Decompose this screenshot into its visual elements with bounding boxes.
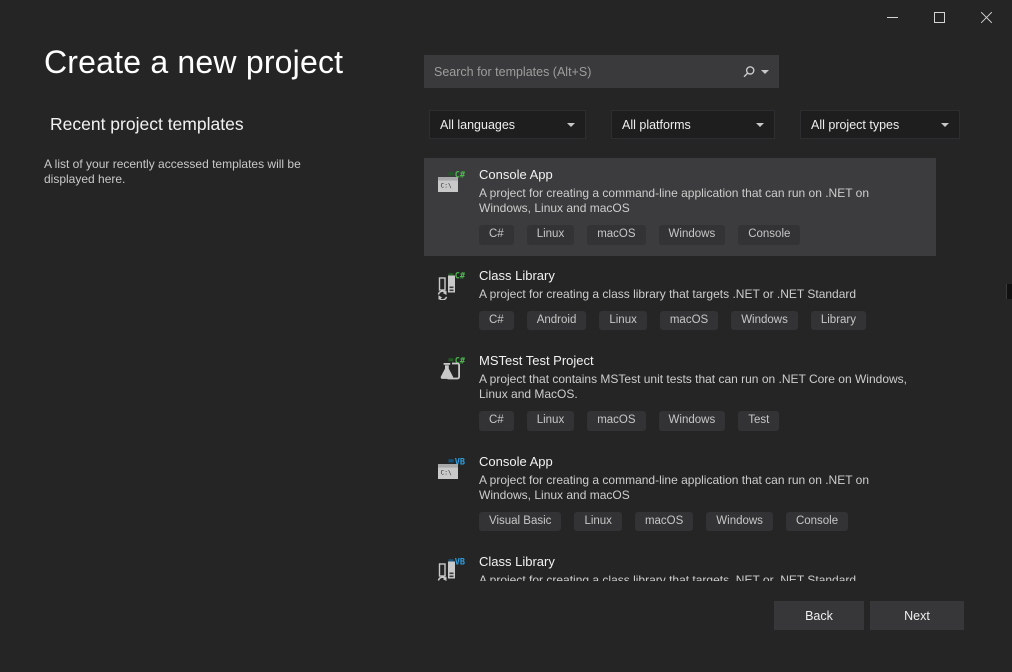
template-name: Console App: [479, 167, 924, 182]
language-filter-value: All languages: [440, 118, 515, 132]
back-button[interactable]: Back: [774, 601, 864, 630]
template-description: A project for creating a command-line ap…: [479, 473, 924, 503]
project-type-filter-value: All project types: [811, 118, 899, 132]
svg-text:VB: VB: [455, 558, 465, 568]
template-tags: C# Android Linux macOS Windows Library: [479, 311, 866, 331]
template-tags: C# Linux macOS Windows Console: [479, 225, 924, 245]
template-description: A project that contains MSTest unit test…: [479, 372, 924, 402]
template-tag[interactable]: Test: [738, 411, 779, 431]
template-tag[interactable]: Android: [527, 311, 587, 331]
template-tag[interactable]: macOS: [587, 411, 645, 431]
next-button[interactable]: Next: [870, 601, 964, 630]
template-name: Console App: [479, 454, 924, 469]
template-body: MSTest Test Project A project that conta…: [479, 353, 924, 431]
template-tag[interactable]: Linux: [527, 225, 575, 245]
template-list-scrollbar: [1006, 158, 1012, 581]
template-tag[interactable]: macOS: [587, 225, 645, 245]
template-tag[interactable]: Windows: [731, 311, 798, 331]
template-tag[interactable]: Linux: [527, 411, 575, 431]
template-list-item[interactable]: VB Class Library A project for creating …: [424, 545, 936, 581]
template-tag[interactable]: Windows: [659, 225, 726, 245]
template-list-item[interactable]: C# MSTest Test Project A project that co…: [424, 344, 936, 442]
scrollbar-thumb[interactable]: [1006, 284, 1012, 299]
project-type-filter-dropdown[interactable]: All project types: [800, 110, 960, 139]
template-description: A project for creating a command-line ap…: [479, 186, 924, 216]
template-description: A project for creating a class library t…: [479, 573, 914, 581]
template-tag[interactable]: C#: [479, 411, 514, 431]
template-name: Class Library: [479, 554, 914, 569]
template-tag[interactable]: Linux: [574, 512, 622, 532]
search-box: [424, 55, 779, 88]
template-list: C#C:\ Console App A project for creating…: [424, 158, 936, 581]
template-body: Console App A project for creating a com…: [479, 167, 924, 245]
template-list-item[interactable]: VBC:\ Console App A project for creating…: [424, 445, 936, 543]
recent-templates-description: A list of your recently accessed templat…: [44, 157, 324, 187]
chevron-down-icon: [941, 123, 949, 127]
maximize-button[interactable]: [916, 0, 963, 34]
svg-text:C:\: C:\: [441, 469, 452, 476]
close-button[interactable]: [963, 0, 1010, 34]
svg-text:C#: C#: [455, 357, 466, 367]
template-tags: Visual Basic Linux macOS Windows Console: [479, 512, 924, 532]
template-tag[interactable]: C#: [479, 225, 514, 245]
template-body: Class Library A project for creating a c…: [479, 554, 914, 581]
maximize-icon: [934, 12, 945, 23]
class-library-csharp-icon: C#: [436, 270, 466, 300]
svg-text:C#: C#: [455, 271, 466, 281]
minimize-icon: [887, 17, 898, 18]
template-tag[interactable]: Windows: [706, 512, 773, 532]
titlebar-controls: [869, 0, 1010, 34]
template-tag[interactable]: macOS: [635, 512, 693, 532]
mstest-project-csharp-icon: C#: [436, 355, 466, 385]
template-list-item[interactable]: C#C:\ Console App A project for creating…: [424, 158, 936, 256]
close-icon: [980, 11, 993, 24]
template-tag[interactable]: Library: [811, 311, 866, 331]
template-tag[interactable]: Linux: [599, 311, 647, 331]
template-tags: C# Linux macOS Windows Test: [479, 411, 924, 431]
svg-text:C:\: C:\: [441, 183, 452, 190]
page-title: Create a new project: [44, 44, 343, 81]
template-tag[interactable]: C#: [479, 311, 514, 331]
search-input[interactable]: [434, 65, 742, 79]
template-name: Class Library: [479, 268, 866, 283]
chevron-down-icon: [567, 123, 575, 127]
language-filter-dropdown[interactable]: All languages: [429, 110, 586, 139]
search-options-caret-icon: [761, 70, 769, 74]
chevron-down-icon: [756, 123, 764, 127]
class-library-vb-icon: VB: [436, 556, 466, 581]
search-button[interactable]: [742, 65, 769, 79]
template-list-item[interactable]: C# Class Library A project for creating …: [424, 259, 936, 342]
search-icon: [742, 65, 756, 79]
create-new-project-dialog: Create a new project Recent project temp…: [0, 0, 1012, 672]
platform-filter-value: All platforms: [622, 118, 691, 132]
template-tag[interactable]: Windows: [659, 411, 726, 431]
minimize-button[interactable]: [869, 0, 916, 34]
console-app-csharp-icon: C#C:\: [436, 169, 466, 199]
template-description: A project for creating a class library t…: [479, 287, 866, 302]
template-tag[interactable]: Console: [738, 225, 800, 245]
template-tag[interactable]: macOS: [660, 311, 718, 331]
template-body: Class Library A project for creating a c…: [479, 268, 866, 331]
platform-filter-dropdown[interactable]: All platforms: [611, 110, 775, 139]
console-app-vb-icon: VBC:\: [436, 456, 466, 486]
template-tag[interactable]: Console: [786, 512, 848, 532]
template-tag[interactable]: Visual Basic: [479, 512, 561, 532]
template-body: Console App A project for creating a com…: [479, 454, 924, 532]
recent-templates-heading: Recent project templates: [50, 114, 244, 135]
template-name: MSTest Test Project: [479, 353, 924, 368]
